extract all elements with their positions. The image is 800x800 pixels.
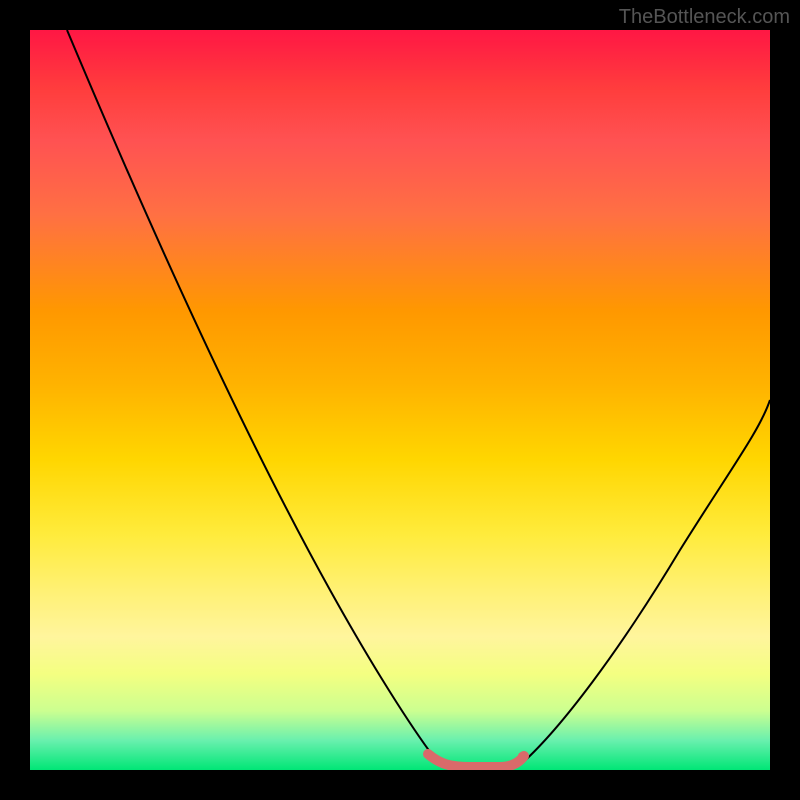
valley-dot xyxy=(426,752,434,760)
watermark-label: TheBottleneck.com xyxy=(619,6,790,29)
right-curve xyxy=(520,400,770,765)
plot-area xyxy=(30,30,770,770)
chart-container: TheBottleneck.com xyxy=(0,0,800,800)
valley-dot xyxy=(518,752,526,760)
chart-curves xyxy=(30,30,770,770)
left-curve xyxy=(67,30,440,765)
valley-highlight xyxy=(428,754,524,767)
